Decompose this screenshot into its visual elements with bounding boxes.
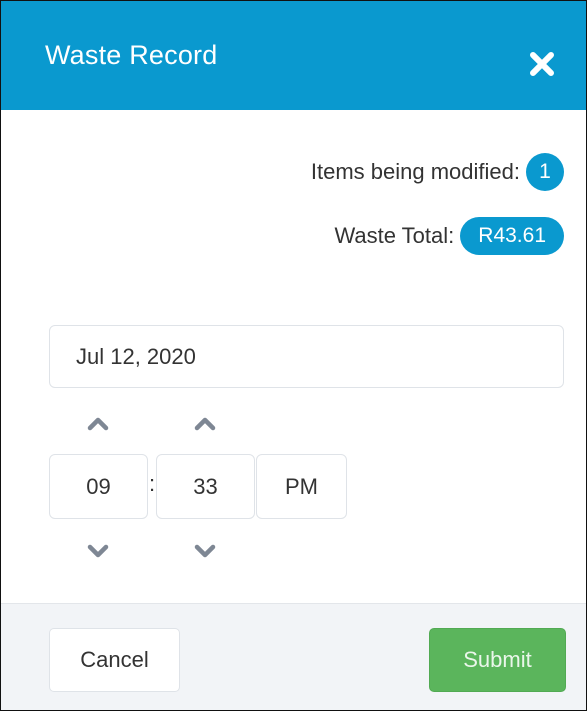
waste-total-label: Waste Total: [334,223,455,248]
date-input[interactable] [49,325,564,388]
items-being-modified: Items being modified: 1 [311,153,564,191]
hour-decrement-button[interactable] [84,541,112,561]
close-icon [530,52,554,76]
minute-decrement-button[interactable] [191,541,219,561]
dialog-header: Waste Record [1,1,586,110]
am-pm-toggle-button[interactable]: PM [256,454,347,519]
chevron-up-icon [194,417,216,431]
waste-total: Waste Total: R43.61 [334,217,564,255]
items-label: Items being modified: [310,159,520,184]
submit-button[interactable]: Submit [429,628,566,692]
minute-input[interactable]: 33 [156,454,255,519]
chevron-down-icon [194,544,216,558]
dialog-title: Waste Record [45,40,218,70]
chevron-down-icon [87,544,109,558]
waste-record-dialog: Waste Record Items being modified: 1 Was… [0,0,587,711]
waste-total-badge: R43.61 [460,217,564,255]
dialog-footer: Cancel Submit [1,603,586,710]
items-count-badge: 1 [526,153,564,191]
chevron-up-icon [87,417,109,431]
hour-input[interactable]: 09 [49,454,148,519]
cancel-button[interactable]: Cancel [49,628,180,692]
hour-increment-button[interactable] [84,414,112,434]
minute-increment-button[interactable] [191,414,219,434]
close-button[interactable] [525,47,559,81]
time-separator: : [149,471,156,496]
